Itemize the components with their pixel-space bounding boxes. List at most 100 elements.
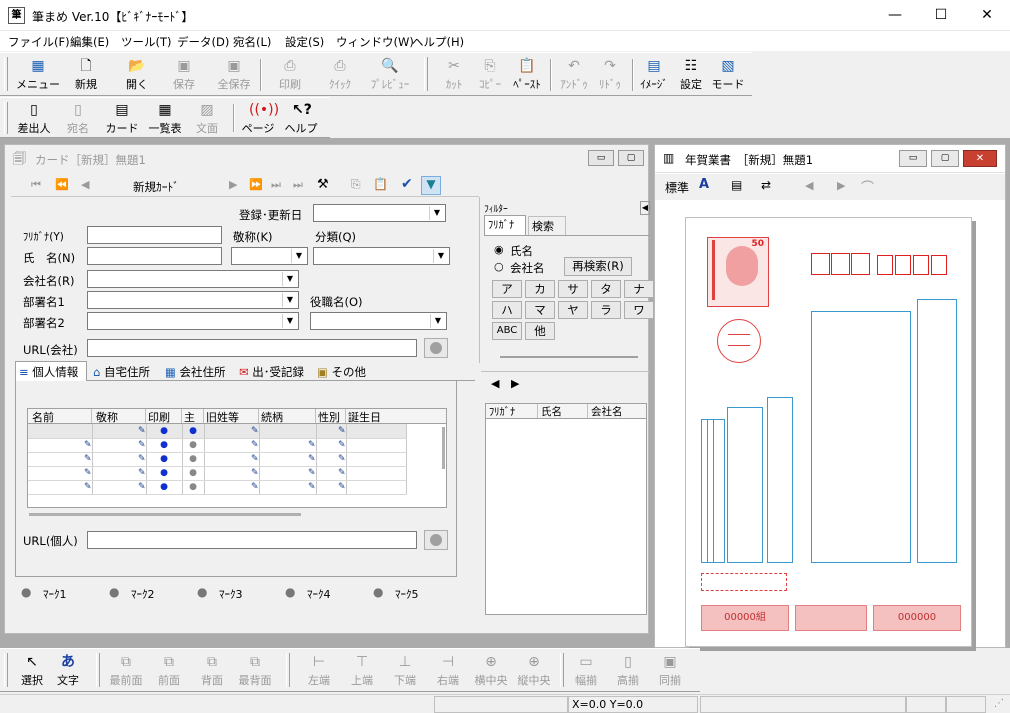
same-width-button[interactable]: ▭ 幅揃 bbox=[564, 651, 608, 691]
maximize-button[interactable]: ☐ bbox=[918, 0, 964, 31]
menu-button[interactable]: ▦ メニュー bbox=[16, 55, 60, 95]
close-button[interactable]: ✕ bbox=[964, 0, 1010, 31]
dept1-combo[interactable] bbox=[87, 291, 299, 309]
toolbar-grip[interactable] bbox=[4, 653, 8, 687]
swap-icon[interactable]: ⇄ bbox=[761, 178, 771, 192]
results-next-icon[interactable]: ▶ bbox=[511, 377, 519, 390]
grid-horizontal-scrollbar[interactable] bbox=[29, 513, 301, 516]
card-maximize-button[interactable]: ▢ bbox=[618, 150, 644, 166]
menu-edit[interactable]: 編集(E) bbox=[70, 34, 109, 50]
category-combo[interactable] bbox=[313, 247, 450, 265]
menu-address[interactable]: 宛名(L) bbox=[233, 34, 271, 50]
kana-ma-button[interactable]: マ bbox=[525, 301, 555, 319]
name-input[interactable] bbox=[87, 247, 222, 265]
align-top-button[interactable]: ⊤ 上端 bbox=[340, 651, 384, 691]
menu-file[interactable]: ファイル(F) bbox=[8, 34, 70, 50]
results-prev-icon[interactable]: ◀ bbox=[491, 377, 499, 390]
filter-scrollbar[interactable] bbox=[500, 356, 638, 358]
mark4-icon[interactable]: ● bbox=[285, 585, 295, 599]
mark5-icon[interactable]: ● bbox=[373, 585, 383, 599]
save-button[interactable]: ▣ 保存 bbox=[162, 55, 206, 95]
kana-abc-button[interactable]: ABC bbox=[492, 322, 522, 340]
table-row[interactable]: ✎ ● ● ✎ ✎ bbox=[28, 424, 407, 439]
text-face-button[interactable]: ▨ 文面 bbox=[185, 99, 229, 139]
menu-window[interactable]: ウィンドウ(W) bbox=[336, 34, 414, 50]
results-list[interactable]: ﾌﾘｶﾞﾅ 氏名 会社名 bbox=[485, 403, 647, 615]
tab-personal[interactable]: ≡ 個人情報 bbox=[15, 361, 87, 381]
postal-code-box[interactable] bbox=[913, 255, 929, 275]
menu-tools[interactable]: ツール(T) bbox=[121, 34, 172, 50]
postal-code-box[interactable] bbox=[831, 253, 850, 275]
kana-ra-button[interactable]: ラ bbox=[591, 301, 621, 319]
card-button[interactable]: ▤ カード bbox=[100, 99, 144, 139]
kana-other-button[interactable]: 他 bbox=[525, 322, 555, 340]
toolbar-grip[interactable] bbox=[4, 102, 8, 134]
tool-icon[interactable]: ⚒ bbox=[317, 177, 329, 192]
align-bottom-button[interactable]: ⊥ 下端 bbox=[383, 651, 427, 691]
menu-settings[interactable]: 設定(S) bbox=[285, 34, 324, 50]
postcard-close-button[interactable]: ✕ bbox=[963, 150, 997, 167]
font-button[interactable]: A bbox=[699, 177, 709, 192]
tab-other[interactable]: ▣ その他 bbox=[315, 362, 368, 382]
postal-code-box[interactable] bbox=[811, 253, 830, 275]
postal-code-box[interactable] bbox=[877, 255, 893, 275]
kana-ta-button[interactable]: タ bbox=[591, 280, 621, 298]
card-minimize-button[interactable]: ▭ bbox=[588, 150, 614, 166]
toolbar-grip[interactable] bbox=[4, 57, 8, 91]
align-right-button[interactable]: ⊣ 右端 bbox=[426, 651, 470, 691]
kana-a-button[interactable]: ア bbox=[492, 280, 522, 298]
url-company-input[interactable] bbox=[87, 339, 417, 357]
paste-card-icon[interactable]: 📋 bbox=[373, 177, 388, 191]
url-personal-input[interactable] bbox=[87, 531, 417, 549]
postcard-prev-icon[interactable]: ◀ bbox=[805, 179, 813, 192]
kana-sa-button[interactable]: サ bbox=[558, 280, 588, 298]
toolbar-grip[interactable] bbox=[286, 653, 290, 687]
address-button[interactable]: ▯ 宛名 bbox=[56, 99, 100, 139]
open-url-company-button[interactable] bbox=[424, 338, 448, 358]
table-row[interactable]: ✎ ✎ ● ● ✎ ✎ ✎ bbox=[28, 438, 407, 453]
honorific-combo[interactable] bbox=[231, 247, 308, 265]
same-height-button[interactable]: ▯ 高揃 bbox=[606, 651, 650, 691]
recipient-address-box[interactable] bbox=[917, 299, 957, 563]
same-size-button[interactable]: ▣ 同揃 bbox=[648, 651, 692, 691]
sender-button[interactable]: ▯ 差出人 bbox=[12, 99, 56, 139]
mark1-icon[interactable]: ● bbox=[21, 585, 31, 599]
print-button[interactable]: ⎙ 印刷 bbox=[268, 55, 312, 95]
open-button[interactable]: 📂 開く bbox=[115, 55, 159, 95]
prev-record-icon[interactable]: ◀ bbox=[81, 178, 89, 191]
help-button[interactable]: ↖? ヘルプ bbox=[279, 99, 323, 139]
recipient-name-box[interactable] bbox=[811, 311, 911, 563]
mode-button[interactable]: ▧ モード bbox=[706, 55, 750, 95]
standard-view-button[interactable]: 標準 bbox=[665, 179, 689, 196]
next-record-icon[interactable]: ▶ bbox=[229, 178, 237, 191]
sender-address-box[interactable] bbox=[767, 397, 793, 563]
sender-name-box[interactable] bbox=[727, 407, 763, 563]
kana-ha-button[interactable]: ハ bbox=[492, 301, 522, 319]
postal-code-box[interactable] bbox=[931, 255, 947, 275]
tab-company-address[interactable]: ▦ 会社住所 bbox=[163, 362, 228, 382]
check-icon[interactable]: ✔ bbox=[401, 176, 413, 192]
bring-front-button[interactable]: ⧉ 最前面 bbox=[104, 651, 148, 691]
sender-postal-code[interactable] bbox=[701, 573, 787, 591]
kana-wa-button[interactable]: ワ bbox=[624, 301, 654, 319]
tab-send-receive[interactable]: ✉ 出･受記録 bbox=[237, 362, 306, 382]
paste-button[interactable]: 📋 ﾍﾟｰｽﾄ bbox=[505, 55, 549, 95]
tab-home-address[interactable]: ⌂ 自宅住所 bbox=[91, 362, 152, 382]
postcard-canvas[interactable]: 50 00000組 000000 bbox=[655, 201, 1005, 647]
send-back-button[interactable]: ⧉ 最背面 bbox=[233, 651, 277, 691]
align-hcenter-button[interactable]: ⊕ 横中央 bbox=[469, 651, 513, 691]
postal-code-box[interactable] bbox=[851, 253, 870, 275]
tab-furigana[interactable]: ﾌﾘｶﾞﾅ bbox=[484, 215, 526, 235]
table-row[interactable]: ✎ ✎ ● ● ✎ ✎ ✎ bbox=[28, 466, 407, 481]
select-button[interactable]: ↖ 選択 bbox=[12, 651, 52, 691]
furigana-input[interactable] bbox=[87, 226, 222, 244]
toolbar-grip[interactable] bbox=[424, 57, 428, 91]
position-combo[interactable] bbox=[310, 312, 447, 330]
new-record-icon[interactable]: ⏭ bbox=[293, 178, 303, 192]
toolbar-grip[interactable] bbox=[96, 653, 100, 687]
kana-ya-button[interactable]: ヤ bbox=[558, 301, 588, 319]
mark3-icon[interactable]: ● bbox=[197, 585, 207, 599]
text-tool-button[interactable]: あ文字 bbox=[48, 651, 88, 691]
menu-help[interactable]: ヘルプ(H) bbox=[412, 34, 464, 50]
bring-forward-button[interactable]: ⧉ 前面 bbox=[147, 651, 191, 691]
